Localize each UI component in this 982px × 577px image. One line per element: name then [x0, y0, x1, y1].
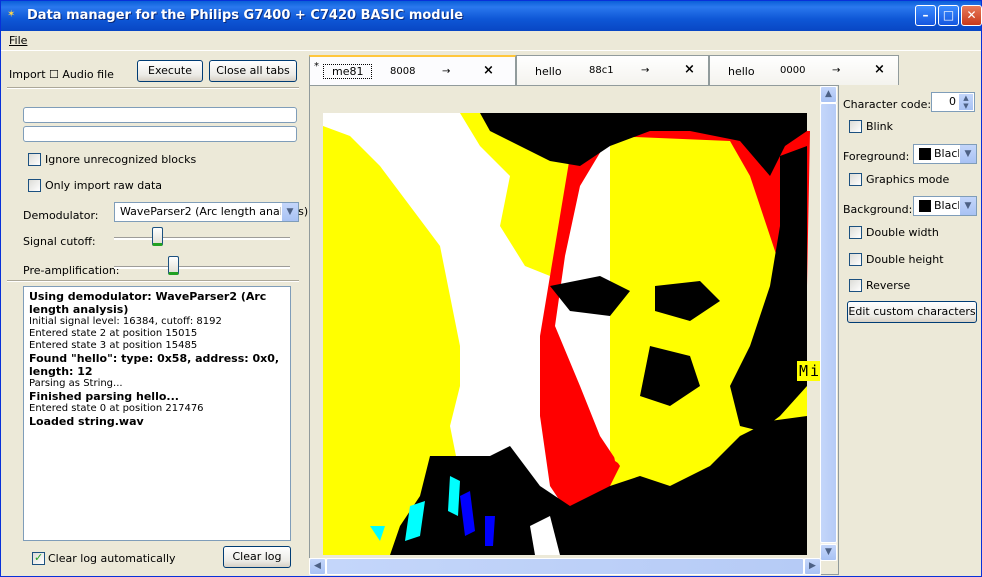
- only-raw-label: Only import raw data: [45, 179, 163, 192]
- log-line: Using demodulator: WaveParser2 (Arc leng…: [29, 290, 267, 316]
- modified-marker: *: [314, 61, 319, 72]
- reverse-checkbox[interactable]: [849, 279, 862, 292]
- ignore-unrecognized-label: Ignore unrecognized blocks: [45, 153, 197, 166]
- preamp-slider[interactable]: [168, 256, 179, 275]
- scroll-right-icon[interactable]: ▶: [804, 558, 821, 575]
- tab-address: 0000: [780, 65, 806, 76]
- double-height-label: Double height: [866, 253, 944, 266]
- log-line: Found "hello": type: 0x58, address: 0x0,…: [29, 352, 280, 378]
- character-properties-panel: Character code: 0 ▲ ▼ Blink Foreground: Bl…: [839, 85, 982, 575]
- ignore-unrecognized-checkbox[interactable]: [28, 153, 41, 166]
- log-line: Loaded string.wav: [29, 415, 144, 428]
- foreground-select[interactable]: Black ▼: [913, 144, 977, 164]
- chevron-down-icon: ▼: [959, 145, 976, 163]
- tab-hello-1[interactable]: hello 88c1 → ×: [516, 55, 709, 85]
- import-field-2[interactable]: [23, 126, 297, 142]
- separator: [7, 280, 299, 282]
- minimize-button[interactable]: –: [915, 5, 936, 26]
- horizontal-scrollbar[interactable]: ◀ ▶: [309, 558, 821, 575]
- tab-hello-2[interactable]: hello 0000 → ×: [709, 55, 899, 85]
- import-label: Import ☐ Audio file: [9, 68, 114, 81]
- double-height-checkbox[interactable]: [849, 253, 862, 266]
- scroll-down-icon[interactable]: ▼: [820, 544, 837, 561]
- only-raw-checkbox[interactable]: [28, 179, 41, 192]
- maximize-button[interactable]: □: [938, 5, 959, 26]
- background-select[interactable]: Black ▼: [913, 196, 977, 216]
- log-line: Entered state 0 at position 217476: [29, 403, 204, 414]
- log-line: Finished parsing hello...: [29, 390, 179, 403]
- clear-log-button[interactable]: Clear log: [223, 546, 291, 568]
- char-code-spinner[interactable]: 0 ▲ ▼: [931, 92, 975, 112]
- graphics-mode-label: Graphics mode: [866, 173, 950, 186]
- window-title: Data manager for the Philips G7400 + C74…: [27, 8, 464, 23]
- background-label: Background:: [843, 203, 913, 216]
- clear-log-auto-label: Clear log automatically: [48, 552, 176, 565]
- log-line: Parsing as String...: [29, 378, 123, 389]
- vertical-scrollbar[interactable]: ▲ ▼: [820, 86, 837, 561]
- log-line: Entered state 3 at position 15485: [29, 340, 198, 351]
- arrow-icon[interactable]: →: [832, 65, 840, 76]
- teletext-canvas[interactable]: [310, 86, 821, 558]
- log-line: Entered state 2 at position 15015: [29, 328, 198, 339]
- tab-me81[interactable]: * me81 8008 → ×: [309, 55, 516, 85]
- char-code-value: 0: [949, 95, 956, 108]
- chevron-down-icon: ▼: [959, 197, 976, 215]
- close-window-button[interactable]: ✕: [961, 5, 982, 26]
- demodulator-value: WaveParser2 (Arc length analysis): [120, 205, 309, 218]
- menu-bar: File: [1, 31, 981, 51]
- menu-file[interactable]: File: [9, 34, 27, 47]
- log-line: Initial signal level: 16384, cutoff: 819…: [29, 316, 222, 327]
- tab-content: Mi: [309, 85, 839, 575]
- spinner-arrows-icon[interactable]: ▲ ▼: [959, 94, 973, 110]
- title-bar[interactable]: ✶ Data manager for the Philips G7400 + C…: [1, 1, 982, 31]
- close-all-tabs-button[interactable]: Close all tabs: [209, 60, 297, 82]
- tab-name: hello: [535, 65, 562, 78]
- app-window: ✶ Data manager for the Philips G7400 + C…: [0, 0, 982, 577]
- color-swatch: [919, 148, 931, 160]
- preamp-track: [114, 266, 290, 269]
- chevron-down-icon: ▼: [281, 203, 298, 221]
- close-tab-icon[interactable]: ×: [874, 62, 885, 77]
- tab-name: me81: [323, 64, 373, 79]
- foreground-label: Foreground:: [843, 150, 910, 163]
- tab-name: hello: [728, 65, 755, 78]
- execute-button[interactable]: Execute: [137, 60, 203, 82]
- demodulator-label: Demodulator:: [23, 209, 99, 222]
- clear-log-auto-checkbox[interactable]: [32, 551, 45, 565]
- signal-cutoff-label: Signal cutoff:: [23, 235, 96, 248]
- tab-address: 88c1: [589, 65, 614, 76]
- double-width-checkbox[interactable]: [849, 226, 862, 239]
- graphics-mode-checkbox[interactable]: [849, 173, 862, 186]
- preamp-label: Pre-amplification:: [23, 264, 120, 277]
- log-output[interactable]: Using demodulator: WaveParser2 (Arc leng…: [23, 286, 291, 541]
- vertical-scroll-thumb[interactable]: [820, 103, 837, 543]
- edit-custom-characters-button[interactable]: Edit custom characters: [847, 301, 977, 323]
- close-tab-icon[interactable]: ×: [684, 62, 695, 77]
- arrow-icon[interactable]: →: [442, 66, 450, 77]
- import-field-1[interactable]: [23, 107, 297, 123]
- scroll-up-icon[interactable]: ▲: [820, 86, 837, 103]
- separator: [7, 87, 299, 89]
- reverse-label: Reverse: [866, 279, 911, 292]
- horizontal-scroll-thumb[interactable]: [326, 558, 804, 575]
- signal-cutoff-track: [114, 237, 290, 240]
- blink-checkbox[interactable]: [849, 120, 862, 133]
- blink-label: Blink: [866, 120, 894, 133]
- app-icon: ✶: [7, 9, 16, 20]
- double-width-label: Double width: [866, 226, 939, 239]
- tab-address: 8008: [390, 66, 416, 77]
- color-swatch: [919, 200, 931, 212]
- tab-bar: * me81 8008 → × hello 88c1 → × hello 000…: [309, 55, 919, 85]
- char-code-label: Character code:: [843, 98, 932, 111]
- arrow-icon[interactable]: →: [641, 65, 649, 76]
- demodulator-select[interactable]: WaveParser2 (Arc length analysis) ▼: [114, 202, 308, 222]
- scroll-left-icon[interactable]: ◀: [309, 558, 326, 575]
- close-tab-icon[interactable]: ×: [483, 63, 494, 78]
- signal-cutoff-slider[interactable]: [152, 227, 163, 246]
